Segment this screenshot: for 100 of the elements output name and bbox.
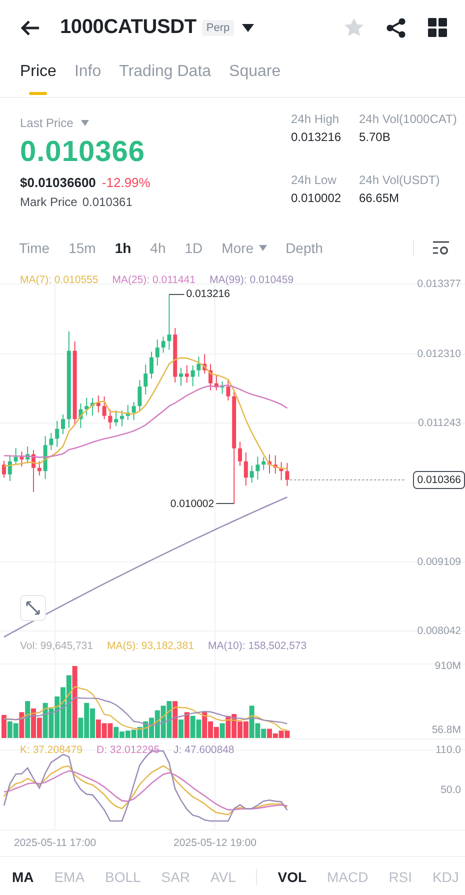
interval-tab[interactable]: 4h [150,240,166,256]
stat-label: 24h Vol(1000CAT) [359,112,458,126]
interval-tab[interactable]: Time [19,240,50,256]
candle [49,432,54,450]
usd-price: $0.01036600 [20,175,96,190]
candle [244,452,248,486]
candle [285,462,290,486]
time-axis-label: 2025-05-11 17:00 [14,837,96,849]
candle [61,414,65,435]
axis-label: 0.009109 [417,556,461,568]
symbol-title[interactable]: 1000CATUSDT [60,16,196,39]
candle [96,395,100,413]
back-icon[interactable] [20,20,40,36]
candle [90,397,94,416]
indicator-legend: Vol: 99,645,731 [20,640,93,652]
candle [14,448,18,466]
stat-value: 66.65M [359,191,400,205]
time-axis-label: 2025-05-12 19:00 [174,837,256,849]
indicator-tab[interactable]: SAR [161,868,190,884]
indicator-tab[interactable]: VOL [278,868,307,884]
leader-line [216,503,235,504]
candle [179,367,183,386]
candle [55,420,60,448]
indicator-legend: MA(25): 0.011441 [112,274,196,286]
share-icon[interactable] [386,18,406,38]
candle [256,456,260,480]
stat-value: 0.010002 [291,191,342,205]
candle [250,465,254,484]
candle [20,451,24,467]
mark-price: 0.010361 [82,195,132,209]
grid-menu-icon[interactable] [428,18,447,37]
candle [32,449,36,492]
candle [279,462,284,481]
stat-value: 5.70B [359,130,392,144]
candle [132,401,136,421]
more-menu[interactable]: More [222,240,267,256]
indicator-tab[interactable]: EMA [54,868,85,884]
axis-label: 110.0 [436,744,461,756]
chart-settings-icon[interactable] [433,240,449,254]
candle [84,397,89,416]
candle [43,436,48,480]
indicator-tab[interactable]: RSI [388,868,412,884]
candle [120,410,124,427]
interval-tab[interactable]: 1h [114,240,132,256]
indicator-tab[interactable]: KDJ [432,868,459,884]
indicator-tab[interactable]: AVL [210,868,236,884]
candle [102,396,106,420]
last-price: 0.010366 [20,136,146,169]
leader-line [168,294,185,295]
candle [184,364,189,384]
candle [167,294,172,350]
candle [202,354,207,374]
tab[interactable]: Trading Data [119,55,212,97]
mark-price-label: Mark Price [20,195,78,209]
expand-icon[interactable] [20,595,46,621]
candle [238,441,242,466]
tab[interactable]: Price [20,55,56,97]
candle [161,336,166,354]
candle [2,460,6,478]
axis-label: 0.013377 [417,278,461,290]
indicator-legend: D: 32.012295 [96,744,160,756]
axis-label: 0.011243 [418,417,461,429]
last-price-label[interactable]: Last Price [20,116,74,130]
candle [144,364,148,395]
candle [37,460,42,476]
axis-label: 0.008042 [417,625,461,637]
candle [226,378,230,401]
candle [273,454,278,474]
high-price-marker: 0.013216 [186,288,230,300]
low-price-marker: 0.010002 [170,498,214,510]
candle [78,402,83,429]
interval-tab[interactable]: 1D [184,240,203,256]
stat-label: 24h Vol(USDT) [359,173,441,187]
axis-label: 0.012310 [417,348,461,360]
indicator-legend: MA(10): 158,502,573 [208,640,307,652]
interval-tab[interactable]: 15m [68,240,96,256]
tab[interactable]: Info [74,55,102,97]
candle [150,351,154,379]
candle [196,356,201,378]
candle [262,456,266,470]
candle [138,380,142,412]
stat-label: 24h Low [291,173,338,187]
indicator-tab[interactable]: MA [12,868,34,884]
candle [108,409,112,430]
indicator-tab[interactable]: MACD [327,868,368,884]
axis-label: 910M [434,660,461,672]
candle [126,404,130,420]
tab[interactable]: Square [229,55,281,97]
interval-tab[interactable]: Depth [286,240,323,256]
indicator-legend: J: 47.600848 [174,744,234,756]
price-change: -12.99% [102,175,150,190]
stat-label: 24h High [291,112,340,126]
indicator-tab[interactable]: BOLL [105,868,141,884]
indicator-legend: MA(99): 0.010459 [210,274,294,286]
candle [190,365,195,387]
candle [208,364,212,391]
caret-icon[interactable] [242,24,254,32]
star-icon[interactable] [344,18,364,37]
candle [220,380,224,394]
axis-label: 56.8M [432,724,461,736]
